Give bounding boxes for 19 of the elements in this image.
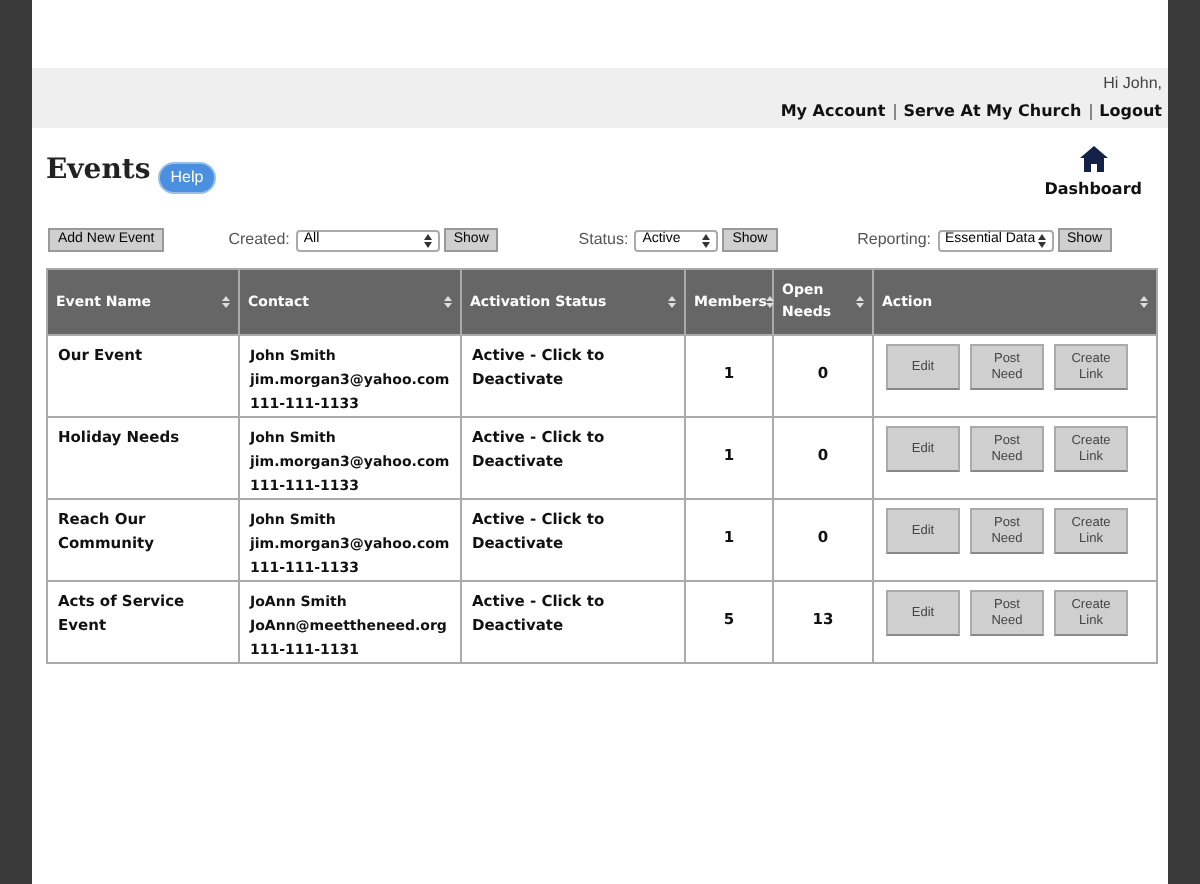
page-title: Events: [46, 152, 151, 190]
sort-icon[interactable]: [444, 296, 452, 308]
header-link[interactable]: Logout: [1099, 100, 1162, 124]
dropdown-caret-icon: [1037, 233, 1046, 247]
header-link[interactable]: My Account: [780, 100, 886, 124]
filter-label: Reporting:: [857, 228, 932, 252]
dropdown-caret-icon: [423, 233, 432, 247]
sort-icon[interactable]: [766, 296, 775, 308]
sort-icon[interactable]: [1140, 296, 1148, 308]
sort-icon[interactable]: [856, 296, 864, 308]
greeting-text: Hi John,: [1103, 72, 1162, 96]
home-icon: [1079, 146, 1108, 172]
sort-icon[interactable]: [222, 296, 230, 308]
header-link[interactable]: Serve At My Church: [903, 100, 1082, 124]
dropdown-caret-icon: [702, 233, 711, 247]
dashboard-link[interactable]: Dashboard: [1044, 146, 1142, 202]
filter-label: Created:: [228, 228, 290, 252]
sort-icon[interactable]: [668, 296, 676, 308]
filter-label: Status:: [578, 228, 629, 252]
